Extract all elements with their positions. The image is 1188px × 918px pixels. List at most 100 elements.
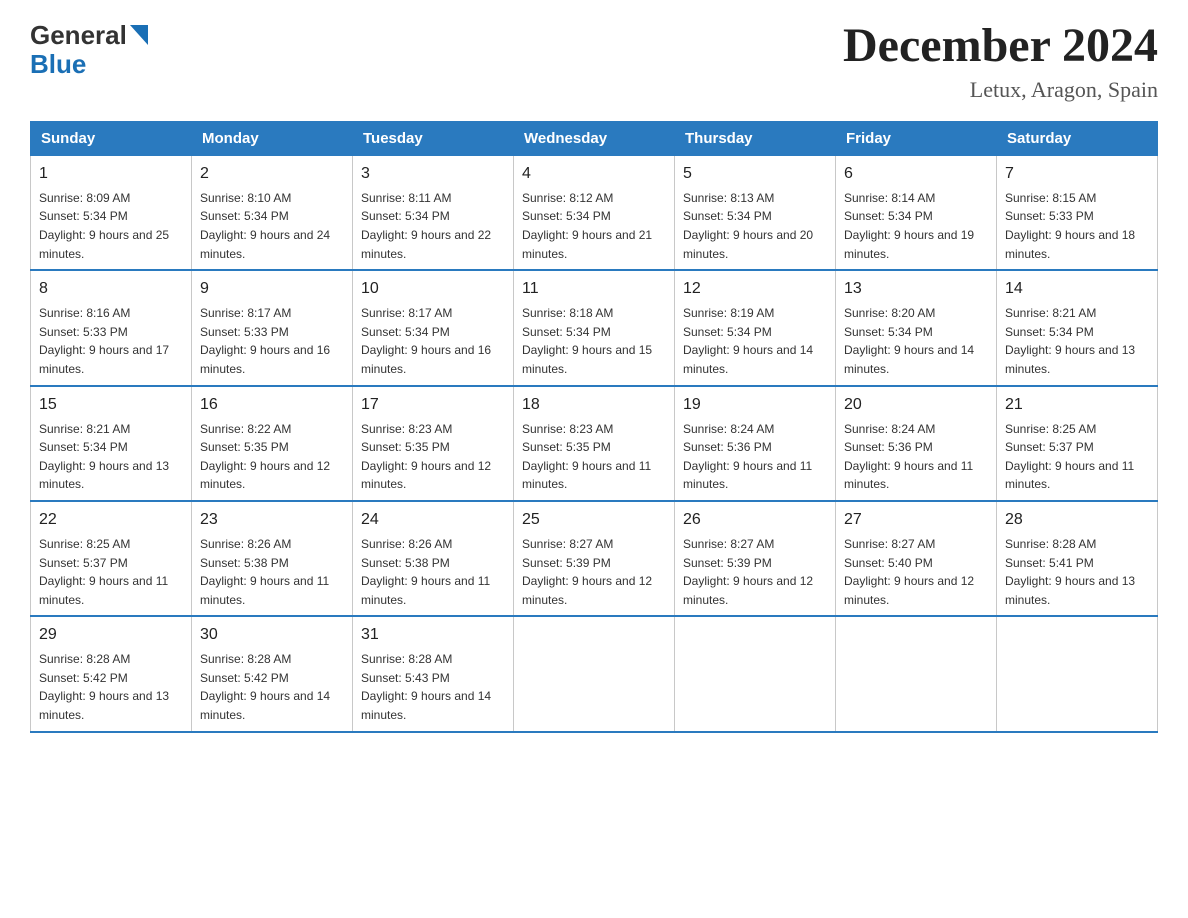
calendar-cell: 18 Sunrise: 8:23 AMSunset: 5:35 PMDayligh… (514, 386, 675, 501)
day-number: 8 (39, 277, 183, 301)
day-number: 20 (844, 393, 988, 417)
day-info: Sunrise: 8:17 AMSunset: 5:34 PMDaylight:… (361, 304, 505, 378)
day-number: 22 (39, 508, 183, 532)
day-number: 18 (522, 393, 666, 417)
weekday-header-row: SundayMondayTuesdayWednesdayThursdayFrid… (31, 121, 1158, 155)
day-info: Sunrise: 8:28 AMSunset: 5:42 PMDaylight:… (200, 650, 344, 724)
day-number: 27 (844, 508, 988, 532)
calendar-cell: 22 Sunrise: 8:25 AMSunset: 5:37 PMDayligh… (31, 501, 192, 616)
day-info: Sunrise: 8:09 AMSunset: 5:34 PMDaylight:… (39, 189, 183, 263)
day-info: Sunrise: 8:15 AMSunset: 5:33 PMDaylight:… (1005, 189, 1149, 263)
calendar-cell (836, 616, 997, 731)
day-info: Sunrise: 8:26 AMSunset: 5:38 PMDaylight:… (200, 535, 344, 609)
calendar-table: SundayMondayTuesdayWednesdayThursdayFrid… (30, 121, 1158, 733)
calendar-cell: 20 Sunrise: 8:24 AMSunset: 5:36 PMDayligh… (836, 386, 997, 501)
day-number: 31 (361, 623, 505, 647)
calendar-cell: 3 Sunrise: 8:11 AMSunset: 5:34 PMDaylight… (353, 155, 514, 270)
day-number: 25 (522, 508, 666, 532)
day-number: 21 (1005, 393, 1149, 417)
day-number: 19 (683, 393, 827, 417)
logo-arrow-icon (130, 25, 148, 50)
day-number: 23 (200, 508, 344, 532)
day-info: Sunrise: 8:28 AMSunset: 5:41 PMDaylight:… (1005, 535, 1149, 609)
calendar-cell: 15 Sunrise: 8:21 AMSunset: 5:34 PMDayligh… (31, 386, 192, 501)
day-info: Sunrise: 8:11 AMSunset: 5:34 PMDaylight:… (361, 189, 505, 263)
calendar-cell: 19 Sunrise: 8:24 AMSunset: 5:36 PMDayligh… (675, 386, 836, 501)
logo-blue-text: Blue (30, 49, 86, 80)
calendar-cell (514, 616, 675, 731)
day-info: Sunrise: 8:21 AMSunset: 5:34 PMDaylight:… (1005, 304, 1149, 378)
calendar-cell: 27 Sunrise: 8:27 AMSunset: 5:40 PMDayligh… (836, 501, 997, 616)
day-info: Sunrise: 8:19 AMSunset: 5:34 PMDaylight:… (683, 304, 827, 378)
calendar-body: 1 Sunrise: 8:09 AMSunset: 5:34 PMDaylight… (31, 155, 1158, 731)
weekday-header-monday: Monday (192, 121, 353, 155)
day-info: Sunrise: 8:12 AMSunset: 5:34 PMDaylight:… (522, 189, 666, 263)
day-info: Sunrise: 8:18 AMSunset: 5:34 PMDaylight:… (522, 304, 666, 378)
day-info: Sunrise: 8:23 AMSunset: 5:35 PMDaylight:… (522, 420, 666, 494)
day-number: 11 (522, 277, 666, 301)
calendar-cell: 7 Sunrise: 8:15 AMSunset: 5:33 PMDaylight… (997, 155, 1158, 270)
calendar-cell: 12 Sunrise: 8:19 AMSunset: 5:34 PMDayligh… (675, 270, 836, 385)
calendar-cell: 9Sunrise: 8:17 AMSunset: 5:33 PMDaylight… (192, 270, 353, 385)
calendar-week-row: 22 Sunrise: 8:25 AMSunset: 5:37 PMDayligh… (31, 501, 1158, 616)
day-info: Sunrise: 8:16 AMSunset: 5:33 PMDaylight:… (39, 304, 183, 378)
day-number: 13 (844, 277, 988, 301)
day-number: 1 (39, 162, 183, 186)
day-number: 12 (683, 277, 827, 301)
weekday-header-sunday: Sunday (31, 121, 192, 155)
day-info: Sunrise: 8:17 AMSunset: 5:33 PMDaylight:… (200, 304, 344, 378)
calendar-cell: 26Sunrise: 8:27 AMSunset: 5:39 PMDayligh… (675, 501, 836, 616)
calendar-cell: 10 Sunrise: 8:17 AMSunset: 5:34 PMDayligh… (353, 270, 514, 385)
calendar-cell: 13 Sunrise: 8:20 AMSunset: 5:34 PMDayligh… (836, 270, 997, 385)
day-info: Sunrise: 8:28 AMSunset: 5:42 PMDaylight:… (39, 650, 183, 724)
day-info: Sunrise: 8:27 AMSunset: 5:40 PMDaylight:… (844, 535, 988, 609)
day-info: Sunrise: 8:25 AMSunset: 5:37 PMDaylight:… (39, 535, 183, 609)
calendar-header: SundayMondayTuesdayWednesdayThursdayFrid… (31, 121, 1158, 155)
calendar-cell: 30Sunrise: 8:28 AMSunset: 5:42 PMDayligh… (192, 616, 353, 731)
day-number: 16 (200, 393, 344, 417)
calendar-cell: 25 Sunrise: 8:27 AMSunset: 5:39 PMDayligh… (514, 501, 675, 616)
calendar-cell: 14 Sunrise: 8:21 AMSunset: 5:34 PMDayligh… (997, 270, 1158, 385)
location-subtitle: Letux, Aragon, Spain (843, 77, 1158, 103)
logo: General Blue (30, 20, 148, 80)
day-info: Sunrise: 8:20 AMSunset: 5:34 PMDaylight:… (844, 304, 988, 378)
calendar-cell: 1 Sunrise: 8:09 AMSunset: 5:34 PMDaylight… (31, 155, 192, 270)
day-number: 14 (1005, 277, 1149, 301)
calendar-week-row: 8 Sunrise: 8:16 AMSunset: 5:33 PMDaylight… (31, 270, 1158, 385)
day-info: Sunrise: 8:27 AMSunset: 5:39 PMDaylight:… (522, 535, 666, 609)
day-info: Sunrise: 8:10 AMSunset: 5:34 PMDaylight:… (200, 189, 344, 263)
title-block: December 2024 Letux, Aragon, Spain (843, 20, 1158, 103)
day-number: 6 (844, 162, 988, 186)
day-number: 26 (683, 508, 827, 532)
calendar-week-row: 15 Sunrise: 8:21 AMSunset: 5:34 PMDayligh… (31, 386, 1158, 501)
month-year-title: December 2024 (843, 20, 1158, 73)
day-info: Sunrise: 8:28 AMSunset: 5:43 PMDaylight:… (361, 650, 505, 724)
calendar-week-row: 29Sunrise: 8:28 AMSunset: 5:42 PMDayligh… (31, 616, 1158, 731)
day-number: 2 (200, 162, 344, 186)
calendar-cell (675, 616, 836, 731)
day-number: 7 (1005, 162, 1149, 186)
day-number: 28 (1005, 508, 1149, 532)
weekday-header-tuesday: Tuesday (353, 121, 514, 155)
day-number: 15 (39, 393, 183, 417)
calendar-cell: 4Sunrise: 8:12 AMSunset: 5:34 PMDaylight… (514, 155, 675, 270)
day-info: Sunrise: 8:25 AMSunset: 5:37 PMDaylight:… (1005, 420, 1149, 494)
day-info: Sunrise: 8:24 AMSunset: 5:36 PMDaylight:… (683, 420, 827, 494)
calendar-cell: 2 Sunrise: 8:10 AMSunset: 5:34 PMDaylight… (192, 155, 353, 270)
calendar-cell: 17Sunrise: 8:23 AMSunset: 5:35 PMDayligh… (353, 386, 514, 501)
day-info: Sunrise: 8:24 AMSunset: 5:36 PMDaylight:… (844, 420, 988, 494)
weekday-header-friday: Friday (836, 121, 997, 155)
day-info: Sunrise: 8:13 AMSunset: 5:34 PMDaylight:… (683, 189, 827, 263)
calendar-cell: 8 Sunrise: 8:16 AMSunset: 5:33 PMDaylight… (31, 270, 192, 385)
day-number: 5 (683, 162, 827, 186)
day-number: 3 (361, 162, 505, 186)
day-info: Sunrise: 8:21 AMSunset: 5:34 PMDaylight:… (39, 420, 183, 494)
calendar-cell: 6 Sunrise: 8:14 AMSunset: 5:34 PMDaylight… (836, 155, 997, 270)
day-info: Sunrise: 8:23 AMSunset: 5:35 PMDaylight:… (361, 420, 505, 494)
calendar-cell: 28 Sunrise: 8:28 AMSunset: 5:41 PMDayligh… (997, 501, 1158, 616)
day-number: 10 (361, 277, 505, 301)
day-info: Sunrise: 8:26 AMSunset: 5:38 PMDaylight:… (361, 535, 505, 609)
logo-general-text: General (30, 20, 127, 51)
calendar-cell: 5 Sunrise: 8:13 AMSunset: 5:34 PMDaylight… (675, 155, 836, 270)
day-info: Sunrise: 8:14 AMSunset: 5:34 PMDaylight:… (844, 189, 988, 263)
